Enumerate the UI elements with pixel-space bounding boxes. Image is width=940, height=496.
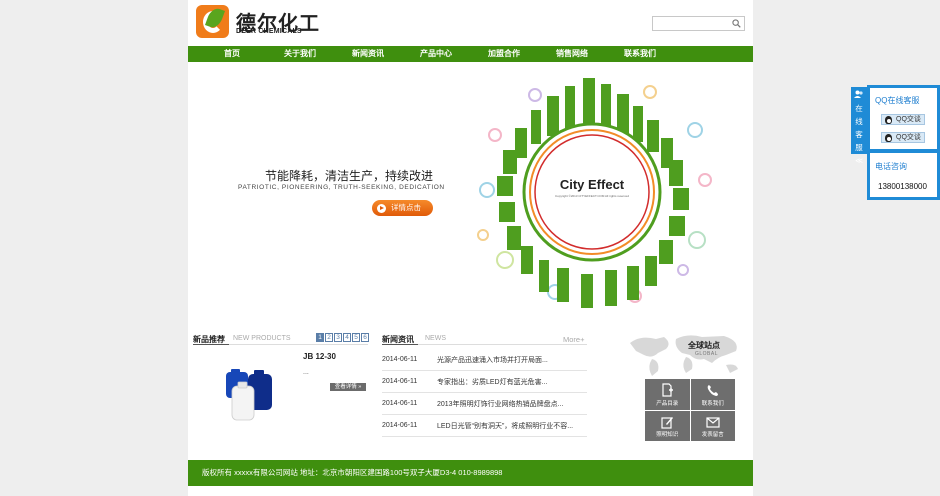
nav-item-contact[interactable]: 联系我们 <box>606 46 674 62</box>
news-headline[interactable]: 光源产品迅速涌入市场并打开局面... <box>437 355 587 365</box>
news-headline[interactable]: LED日光管“别有洞天”，将成照明行业不容... <box>437 421 587 431</box>
news-date: 2014-06-11 <box>382 356 418 363</box>
users-icon <box>854 90 863 98</box>
news-item[interactable]: 2014-06-11 专家指出：劣质LED灯有蓝光危害... <box>382 371 587 393</box>
news-date: 2014-06-11 <box>382 422 418 429</box>
document-add-icon <box>662 383 673 397</box>
qq-chat-button[interactable]: QQ交谈 <box>881 132 925 143</box>
news-date: 2014-06-11 <box>382 400 418 407</box>
online-service-tab[interactable]: 在 线 客 服 ≪ <box>851 87 867 165</box>
view-details-button[interactable]: 查看详情 » <box>330 383 366 391</box>
products-pager: 1 2 3 4 5 6 <box>316 333 369 342</box>
tile-label: 发表留言 <box>701 432 724 438</box>
news-headline[interactable]: 专家指出：劣质LED灯有蓝光危害... <box>437 377 587 387</box>
main-nav: 首页 关于我们 新闻资讯 产品中心 加盟合作 销售网络 联系我们 <box>188 46 753 62</box>
tile-label: 照明知识 <box>656 432 679 438</box>
news-divider-accent <box>382 344 418 345</box>
nav-item-home[interactable]: 首页 <box>198 46 266 62</box>
qq-chat-label: QQ交谈 <box>896 116 921 123</box>
pager-button-1[interactable]: 1 <box>316 333 324 342</box>
products-subtitle: NEW PRODUCTS <box>233 335 291 342</box>
banner-detail-button[interactable]: 详情点击 <box>372 200 433 216</box>
news-item[interactable]: 2014-06-11 LED日光管“别有洞天”，将成照明行业不容... <box>382 415 587 437</box>
qq-service-title: QQ在线客服 <box>875 96 920 105</box>
phone-number: 13800138000 <box>878 182 927 191</box>
tile-leave-message[interactable]: 发表留言 <box>690 410 735 441</box>
collapse-arrow-icon[interactable]: ≪ <box>851 156 867 166</box>
pager-button-4[interactable]: 4 <box>343 333 351 342</box>
global-sites-subtitle: GLOBAL <box>695 351 719 357</box>
tile-label: 产品目录 <box>656 400 679 407</box>
tab-char: 在 <box>855 104 863 113</box>
nav-item-about[interactable]: 关于我们 <box>266 46 334 62</box>
nav-item-news[interactable]: 新闻资讯 <box>334 46 402 62</box>
footer: 版权所有 xxxxx有限公司网站 地址：北京市朝阳区建国路100号双子大厦D3-… <box>188 460 753 486</box>
search-icon[interactable] <box>732 19 741 28</box>
product-name[interactable]: JB 12-30 <box>303 352 336 361</box>
world-map-icon <box>630 335 738 376</box>
nav-item-sales-network[interactable]: 销售网络 <box>538 46 606 62</box>
pager-button-6[interactable]: 6 <box>361 333 369 342</box>
qq-chat-button[interactable]: QQ交谈 <box>881 114 925 125</box>
phone-icon <box>707 385 718 396</box>
banner-detail-label: 详情点击 <box>391 203 421 212</box>
envelope-icon <box>705 416 720 428</box>
qq-penguin-icon <box>885 134 892 142</box>
products-divider-accent <box>193 344 229 345</box>
pager-button-5[interactable]: 5 <box>352 333 360 342</box>
news-subtitle: NEWS <box>425 335 446 342</box>
city-effect-title: City Effect <box>560 177 625 192</box>
qq-penguin-icon <box>885 116 892 124</box>
quick-links-grid: 产品目录 联系我们 照明知识 发表留言 <box>645 379 735 441</box>
search-input[interactable] <box>655 18 729 29</box>
news-list: 2014-06-11 光源产品迅速涌入市场并打开局面... 2014-06-11… <box>382 349 587 437</box>
tile-product-catalog[interactable]: 产品目录 <box>645 379 690 410</box>
nav-item-products[interactable]: 产品中心 <box>402 46 470 62</box>
edit-icon <box>661 416 673 429</box>
qq-chat-label: QQ交谈 <box>896 134 921 141</box>
news-item[interactable]: 2014-06-11 2013年照明灯饰行业网络热销品牌盘点... <box>382 393 587 415</box>
news-headline[interactable]: 2013年照明灯饰行业网络热销品牌盘点... <box>437 399 587 409</box>
banner-slogan: 节能降耗，清洁生产，持续改进 <box>265 169 434 183</box>
page-container: 德尔化工 DEER CHEMICALS 首页 关于我们 新闻资讯 产品中心 加盟… <box>188 0 753 496</box>
tab-char: 客 <box>855 130 863 139</box>
tile-lighting-knowledge[interactable]: 照明知识 <box>645 410 690 441</box>
news-item[interactable]: 2014-06-11 光源产品迅速涌入市场并打开局面... <box>382 349 587 371</box>
tile-contact-us[interactable]: 联系我们 <box>690 379 735 410</box>
news-date: 2014-06-11 <box>382 378 418 385</box>
tab-char: 线 <box>855 117 863 126</box>
city-effect-illustration: City Effect Copyright ©2013 CITYEFFECT.C… <box>477 78 712 308</box>
logo-text-en: DEER CHEMICALS <box>236 28 302 35</box>
tab-char: 服 <box>855 143 863 152</box>
search-box <box>652 16 745 31</box>
product-image[interactable] <box>224 368 276 422</box>
global-sites-title: 全球站点 <box>688 341 720 350</box>
nav-item-franchise[interactable]: 加盟合作 <box>470 46 538 62</box>
phone-consult-title: 电话咨询 <box>875 162 907 171</box>
tile-label: 联系我们 <box>701 400 724 407</box>
play-icon <box>377 204 386 213</box>
news-more-link[interactable]: More+ <box>563 335 584 344</box>
logo-icon[interactable] <box>196 5 229 38</box>
banner-slogan-en: PATRIOTIC, PIONEERING, TRUTH-SEEKING, DE… <box>238 184 445 191</box>
product-description: ... <box>303 369 309 376</box>
pager-button-3[interactable]: 3 <box>334 333 342 342</box>
city-effect-copyright: Copyright ©2013 CITYEFFECT.COM All right… <box>555 194 629 198</box>
pager-button-2[interactable]: 2 <box>325 333 333 342</box>
